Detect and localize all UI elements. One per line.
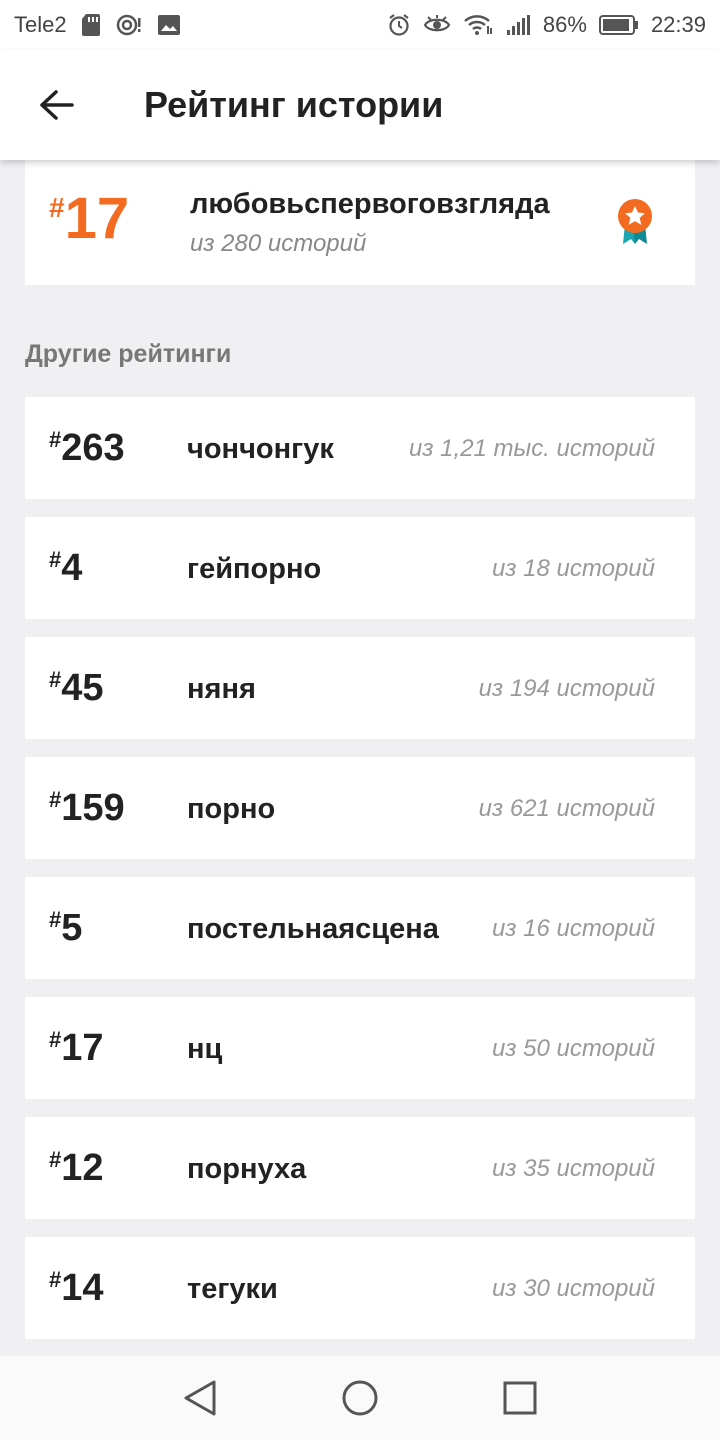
rank-tag: порнуха xyxy=(187,1153,307,1185)
rank-tag: порно xyxy=(187,793,276,825)
clock: 22:39 xyxy=(650,12,706,37)
rank-number: #4 xyxy=(49,547,83,589)
rank-count: из 30 историй xyxy=(492,1275,655,1302)
rank-card[interactable]: #45 няня из 194 историй xyxy=(25,637,695,739)
other-ratings-title: Другие рейтинги xyxy=(25,340,232,368)
rank-number: #5 xyxy=(49,907,83,949)
wifi-icon xyxy=(463,14,493,36)
eye-icon xyxy=(423,15,451,35)
back-button[interactable] xyxy=(24,73,88,137)
rank-card[interactable]: #5 постельнаясцена из 16 историй xyxy=(25,877,695,979)
sd-card-icon xyxy=(81,13,101,37)
rank-count: из 1,21 тыс. историй xyxy=(409,435,655,462)
app-bar: Рейтинг истории xyxy=(0,50,720,160)
rank-tag: чончонгук xyxy=(187,433,334,465)
rank-card[interactable]: #4 гейпорно из 18 историй xyxy=(25,517,695,619)
rank-count: из 194 историй xyxy=(478,675,655,702)
rank-tag: нц xyxy=(187,1033,223,1065)
carrier-label: Tele2 xyxy=(14,12,67,37)
hotspot-icon xyxy=(115,13,143,37)
rank-card[interactable]: #263 чончонгук из 1,21 тыс. историй xyxy=(25,397,695,499)
battery-icon xyxy=(598,14,639,36)
rank-number: #14 xyxy=(49,1267,104,1309)
rank-card[interactable]: #12 порнуха из 35 историй xyxy=(25,1117,695,1219)
rank-tag: тегуки xyxy=(187,1273,278,1305)
rank-count: из 18 историй xyxy=(492,555,655,582)
award-ribbon-icon xyxy=(615,198,655,251)
rank-number: #159 xyxy=(49,787,125,829)
rank-count: из 16 историй xyxy=(492,915,655,942)
rank-number: #45 xyxy=(49,667,104,709)
nav-back-button[interactable] xyxy=(170,1368,230,1428)
rank-tag: постельнаясцена xyxy=(187,913,439,945)
main-rank-number: #17 xyxy=(49,186,130,251)
content-area[interactable]: #17 любовьспервоговзгляда из 280 историй… xyxy=(0,160,720,1356)
system-nav-bar xyxy=(0,1356,720,1440)
rank-count: из 621 историй xyxy=(478,795,655,822)
rank-card[interactable]: #14 тегуки из 30 историй xyxy=(25,1237,695,1339)
main-rank-card[interactable]: #17 любовьспервоговзгляда из 280 историй xyxy=(25,160,695,285)
rank-card[interactable]: #159 порно из 621 историй xyxy=(25,757,695,859)
main-rank-count: из 280 историй xyxy=(190,230,367,257)
back-arrow-icon xyxy=(40,90,74,120)
rank-number: #263 xyxy=(49,427,125,469)
nav-recents-icon xyxy=(503,1381,537,1415)
nav-back-icon xyxy=(184,1380,216,1416)
image-icon xyxy=(157,14,181,36)
rank-count: из 35 историй xyxy=(492,1155,655,1182)
signal-icon xyxy=(505,14,531,36)
nav-recents-button[interactable] xyxy=(490,1368,550,1428)
alarm-icon xyxy=(387,13,411,37)
rank-count: из 50 историй xyxy=(492,1035,655,1062)
nav-home-button[interactable] xyxy=(330,1368,390,1428)
rank-tag: няня xyxy=(187,673,256,705)
rank-card[interactable]: #17 нц из 50 историй xyxy=(25,997,695,1099)
battery-percent: 86% xyxy=(542,12,587,37)
nav-home-icon xyxy=(342,1380,378,1416)
rank-tag: гейпорно xyxy=(187,553,322,585)
rank-list: #263 чончонгук из 1,21 тыс. историй #4 г… xyxy=(25,397,695,1356)
rank-number: #12 xyxy=(49,1147,104,1189)
rank-number: #17 xyxy=(49,1027,104,1069)
main-rank-tag: любовьспервоговзгляда xyxy=(190,188,550,220)
status-bar: Tele2 86% 22:39 xyxy=(0,0,720,50)
page-title: Рейтинг истории xyxy=(144,84,444,125)
